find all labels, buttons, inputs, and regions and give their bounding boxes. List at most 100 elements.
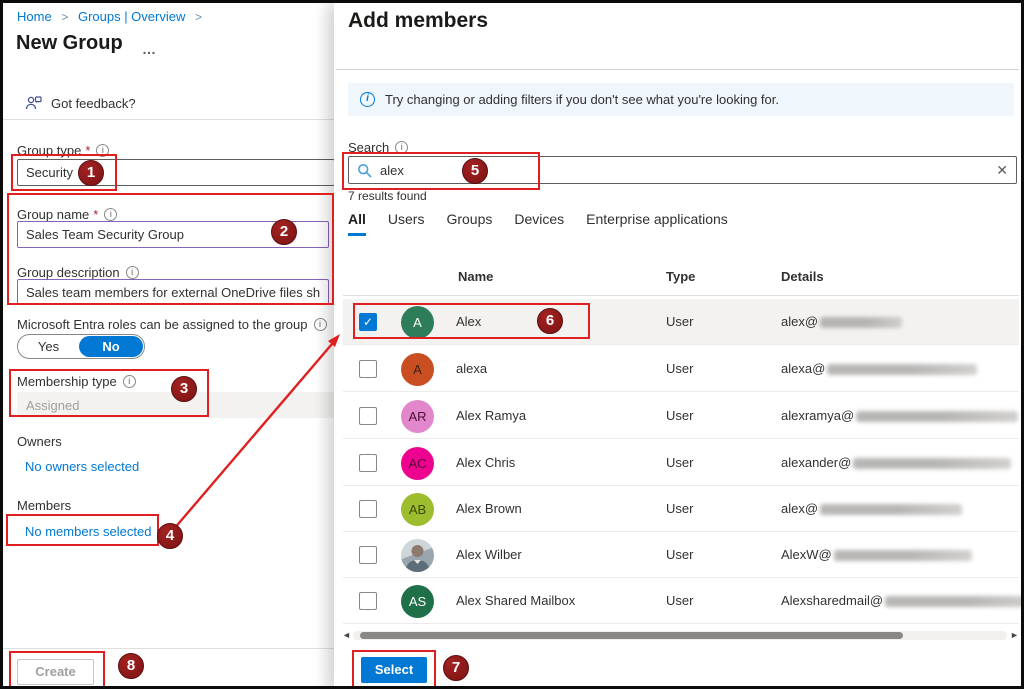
membership-type-label: Membership type i [17, 374, 136, 389]
required-asterisk: * [93, 207, 98, 222]
row-type: User [666, 578, 693, 624]
membership-type-select [17, 392, 335, 418]
divider [3, 119, 335, 120]
search-label: Search i [348, 140, 408, 155]
divider [343, 295, 1019, 296]
tab-all[interactable]: All [348, 211, 366, 236]
no-owners-selected-link[interactable]: No owners selected [25, 459, 139, 474]
avatar: AR [401, 400, 434, 433]
group-type-select[interactable] [17, 159, 335, 186]
redacted-text [820, 317, 902, 328]
breadcrumb-groups-overview[interactable]: Groups | Overview [78, 9, 185, 24]
toggle-no-option[interactable]: No [79, 336, 143, 357]
search-box[interactable]: ✕ [348, 156, 1017, 184]
row-type: User [666, 532, 693, 578]
info-banner-text: Try changing or adding filters if you do… [385, 92, 779, 107]
group-name-input[interactable] [17, 221, 329, 248]
tab-users[interactable]: Users [388, 211, 425, 236]
scroll-right-icon[interactable]: ► [1010, 629, 1019, 641]
select-button[interactable]: Select [361, 657, 427, 683]
breadcrumb-separator-icon: > [195, 10, 202, 24]
breadcrumb-home[interactable]: Home [17, 9, 52, 24]
row-checkbox-checked[interactable]: ✓ [359, 313, 377, 331]
info-icon: i [360, 92, 375, 107]
row-checkbox[interactable] [359, 407, 377, 425]
avatar: AS [401, 585, 434, 618]
avatar: A [401, 353, 434, 386]
required-asterisk: * [85, 143, 90, 158]
info-icon[interactable]: i [96, 144, 109, 157]
breadcrumb-separator-icon: > [61, 10, 68, 24]
column-header-details[interactable]: Details [781, 269, 824, 284]
create-button[interactable]: Create [17, 659, 94, 685]
scroll-left-icon[interactable]: ◄ [342, 629, 351, 641]
avatar: A [401, 306, 434, 339]
table-row-alex-brown[interactable]: AB Alex Brown User alex@ [343, 486, 1019, 532]
toggle-yes-option[interactable]: Yes [18, 339, 79, 354]
owners-label: Owners [17, 434, 62, 449]
clear-search-icon[interactable]: ✕ [996, 162, 1008, 179]
info-icon[interactable]: i [314, 318, 327, 331]
redacted-text [853, 458, 1011, 469]
row-details: alexramya@ [781, 393, 1018, 439]
table-row-alex-shared-mailbox[interactable]: AS Alex Shared Mailbox User Alexsharedma… [343, 578, 1019, 624]
row-details: alex@ [781, 486, 962, 532]
table-row-alex-ramya[interactable]: AR Alex Ramya User alexramya@ [343, 393, 1019, 439]
redacted-text [885, 596, 1024, 607]
avatar-photo [401, 539, 434, 572]
column-header-type[interactable]: Type [666, 269, 695, 284]
row-details: alexander@ [781, 440, 1011, 486]
avatar: AC [401, 447, 434, 480]
tab-groups[interactable]: Groups [446, 211, 492, 236]
members-label: Members [17, 498, 71, 513]
table-row-alex-chris[interactable]: AC Alex Chris User alexander@ [343, 440, 1019, 486]
entra-roles-label: Microsoft Entra roles can be assigned to… [17, 317, 333, 332]
tab-bar: All Users Groups Devices Enterprise appl… [348, 211, 728, 236]
info-icon[interactable]: i [123, 375, 136, 388]
row-checkbox[interactable] [359, 546, 377, 564]
row-type: User [666, 299, 693, 345]
results-count: 7 results found [348, 189, 427, 203]
info-banner: i Try changing or adding filters if you … [348, 83, 1014, 116]
feedback-icon [25, 95, 42, 111]
no-members-selected-link[interactable]: No members selected [25, 524, 151, 539]
got-feedback-link[interactable]: Got feedback? [25, 95, 136, 111]
callout-8: 8 [118, 653, 144, 679]
row-name: Alex Chris [456, 440, 515, 486]
horizontal-scrollbar-thumb[interactable] [360, 632, 903, 639]
group-type-label: Group type * i [17, 143, 109, 158]
column-header-name[interactable]: Name [458, 269, 493, 284]
row-name: Alex Brown [456, 486, 522, 532]
info-icon[interactable]: i [104, 208, 117, 221]
table-row-alex-wilber[interactable]: Alex Wilber User AlexW@ [343, 532, 1019, 578]
info-icon[interactable]: i [395, 141, 408, 154]
row-details: alex@ [781, 299, 902, 345]
avatar: AB [401, 493, 434, 526]
callout-4: 4 [157, 523, 183, 549]
tab-enterprise-applications[interactable]: Enterprise applications [586, 211, 728, 236]
person-photo-icon [401, 539, 434, 572]
tab-devices[interactable]: Devices [514, 211, 564, 236]
table-row-alex[interactable]: ✓ A Alex User alex@ [343, 299, 1019, 345]
row-checkbox[interactable] [359, 592, 377, 610]
row-checkbox[interactable] [359, 360, 377, 378]
breadcrumb: Home > Groups | Overview > [17, 9, 208, 24]
divider [336, 69, 1019, 70]
row-checkbox[interactable] [359, 454, 377, 472]
row-name: Alex Ramya [456, 393, 526, 439]
row-type: User [666, 486, 693, 532]
entra-roles-toggle[interactable]: Yes No [17, 334, 145, 359]
row-type: User [666, 393, 693, 439]
row-checkbox[interactable] [359, 500, 377, 518]
group-description-input[interactable] [17, 279, 329, 305]
more-menu-icon[interactable]: … [142, 41, 157, 57]
redacted-text [834, 550, 972, 561]
info-icon[interactable]: i [126, 266, 139, 279]
row-details: alexa@ [781, 346, 977, 392]
row-details: AlexW@ [781, 532, 972, 578]
row-name: alexa [456, 346, 487, 392]
table-row-alexa[interactable]: A alexa User alexa@ [343, 346, 1019, 392]
divider [3, 648, 334, 649]
search-input[interactable] [380, 163, 988, 178]
row-name: Alex Wilber [456, 532, 522, 578]
